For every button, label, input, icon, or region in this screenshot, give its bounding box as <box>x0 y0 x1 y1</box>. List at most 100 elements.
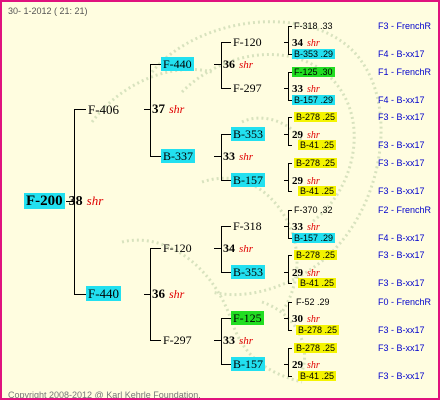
g4-id: B-353 <box>294 49 319 59</box>
root-node[interactable]: F-200 38 shr <box>24 193 103 209</box>
g4-value: .25 <box>324 325 338 335</box>
g2-node[interactable]: F-440 <box>161 57 194 71</box>
g4-node[interactable]: B-41 .25 <box>298 369 337 383</box>
g4-id-value: B-157 .29 <box>292 95 336 105</box>
g2-pair: 33 shr <box>223 149 254 163</box>
g4-node[interactable]: B-278 .25 <box>296 323 340 337</box>
connector-line <box>288 163 292 164</box>
g3-node[interactable]: B-157 <box>231 357 265 371</box>
g2-node[interactable]: F-120 <box>163 241 192 255</box>
g1-node[interactable]: F-440 <box>86 286 122 301</box>
g4-id-value: F-318 .33 <box>292 21 335 31</box>
g2-node[interactable]: B-337 <box>161 149 195 163</box>
g4-value: .25 <box>322 158 336 168</box>
g4-id-value: B-353 .29 <box>292 49 336 59</box>
g4-id-value: F-125 .30 <box>292 67 335 77</box>
g4-id-value: F-370 .32 <box>292 205 335 215</box>
g4-source: F3 - B-xx17 <box>378 112 425 122</box>
connector-line <box>74 109 86 110</box>
connector-line <box>221 134 231 135</box>
g4-id: B-278 <box>296 343 321 353</box>
g4-node[interactable]: F-52 .29 <box>294 295 332 309</box>
connector-line <box>288 145 292 146</box>
g4-node[interactable]: B-41 .25 <box>298 184 337 198</box>
connector-line <box>288 348 289 376</box>
g4-node[interactable]: B-157 .29 <box>292 231 336 245</box>
g3-node[interactable]: F-125 <box>231 311 264 325</box>
g4-id: B-278 <box>298 325 323 335</box>
g4-node[interactable]: B-278 .25 <box>294 156 338 170</box>
g4-source: F4 - B-xx17 <box>378 95 425 105</box>
g4-value: .25 <box>322 250 336 260</box>
g4-id-value: B-278 .25 <box>294 112 338 122</box>
g2-pair: 33 shr <box>223 333 254 347</box>
connector-line <box>74 294 86 295</box>
g4-source: F3 - B-xx17 <box>378 325 425 335</box>
g4-node[interactable]: F-318 .33 <box>292 19 335 33</box>
g4-id-value: B-41 .25 <box>298 140 337 150</box>
g4-value: .25 <box>322 112 336 122</box>
connector-line <box>221 318 222 364</box>
g4-node[interactable]: B-157 .29 <box>292 93 336 107</box>
g1-node[interactable]: F-406 <box>88 103 119 117</box>
connector-line <box>214 156 221 157</box>
g4-node[interactable]: B-278 .25 <box>294 110 338 124</box>
g2-pair: 36 shr <box>223 57 254 71</box>
g4-value: .29 <box>320 49 334 59</box>
g4-id: B-41 <box>300 140 320 150</box>
connector-line <box>221 134 222 180</box>
g2-pair: 34 shr <box>223 241 254 255</box>
connector-line <box>150 156 161 157</box>
connector-line <box>221 226 222 272</box>
g4-id-value: B-157 .29 <box>292 233 336 243</box>
connector-line <box>288 255 289 283</box>
g1-shr: shr <box>169 102 185 116</box>
connector-line <box>221 364 231 365</box>
connector-line <box>214 248 221 249</box>
g4-source: F2 - FrenchR <box>378 205 432 215</box>
connector-line <box>221 88 231 89</box>
g1-id: F-406 <box>88 102 120 117</box>
g4-value: .25 <box>321 140 335 150</box>
g4-id: B-157 <box>294 95 319 105</box>
g1-pair: 36 shr <box>152 287 184 302</box>
g4-node[interactable]: B-41 .25 <box>298 276 337 290</box>
g4-value: .29 <box>317 297 330 307</box>
connector-line <box>221 272 231 273</box>
g4-source: F3 - B-xx17 <box>378 186 425 196</box>
g4-node[interactable]: F-125 .30 <box>292 65 335 79</box>
g3-node[interactable]: B-353 <box>231 265 265 279</box>
connector-line <box>221 180 231 181</box>
g3-node[interactable]: F-318 <box>233 219 262 233</box>
g4-id-value: B-278 .25 <box>294 250 338 260</box>
g3-node[interactable]: F-120 <box>233 35 262 49</box>
g1-id: F-440 <box>86 286 122 301</box>
g4-id: B-41 <box>300 278 320 288</box>
connector-line <box>288 117 289 145</box>
connector-line <box>288 72 289 100</box>
g2-node[interactable]: F-297 <box>163 333 192 347</box>
g4-id: B-41 <box>300 186 320 196</box>
g4-source: F4 - B-xx17 <box>378 233 425 243</box>
g4-node[interactable]: B-353 .29 <box>292 47 336 61</box>
g2-id: B-337 <box>161 149 195 163</box>
g2-id: F-440 <box>161 57 194 71</box>
g3-node[interactable]: F-297 <box>233 81 262 95</box>
g3-node[interactable]: B-157 <box>231 173 265 187</box>
g4-value: .30 <box>320 67 333 77</box>
connector-line <box>288 210 289 238</box>
g4-id-value: B-278 .25 <box>294 158 338 168</box>
g4-source: F3 - B-xx17 <box>378 158 425 168</box>
g1-pair-value: 37 <box>152 101 165 116</box>
connector-line <box>288 302 292 303</box>
g4-source: F0 - FrenchR <box>378 297 432 307</box>
g4-node[interactable]: F-370 .32 <box>292 203 335 217</box>
pedigree-chart: 30- 1-2012 ( 21: 21) Copyright 2008-2012… <box>0 0 440 400</box>
g3-node[interactable]: B-353 <box>231 127 265 141</box>
g4-node[interactable]: B-278 .25 <box>294 341 338 355</box>
connector-line <box>288 330 292 331</box>
g4-id: B-41 <box>300 371 320 381</box>
g4-node[interactable]: B-278 .25 <box>294 248 338 262</box>
g4-id: F-52 <box>296 297 315 307</box>
g4-node[interactable]: B-41 .25 <box>298 138 337 152</box>
